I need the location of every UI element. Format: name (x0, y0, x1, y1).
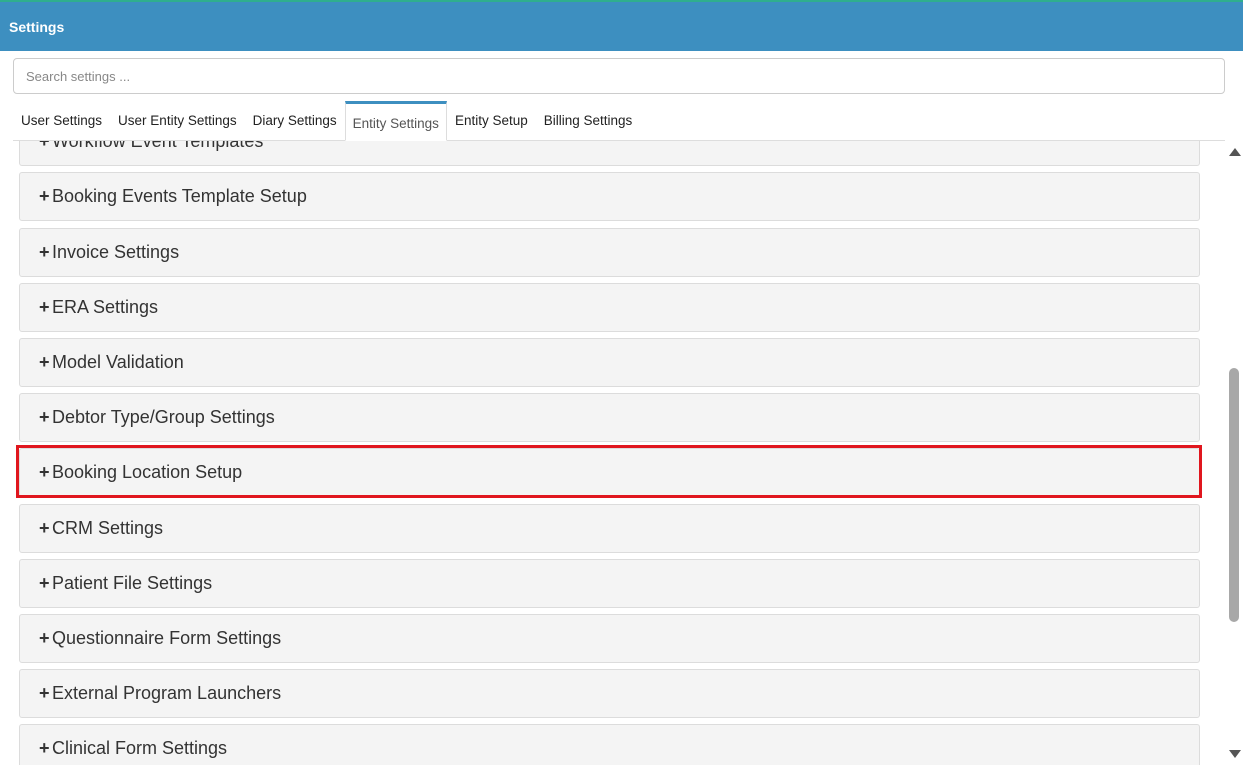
panel-debtor-type-group-settings[interactable]: + Debtor Type/Group Settings (19, 393, 1200, 442)
plus-icon: + (39, 683, 50, 703)
panel-crm-settings[interactable]: + CRM Settings (19, 504, 1200, 553)
panel-label: Booking Events Template Setup (52, 186, 307, 206)
panel-label: Booking Location Setup (52, 462, 243, 482)
plus-icon: + (39, 352, 50, 372)
plus-icon: + (39, 738, 50, 758)
panel-external-program-launchers[interactable]: + External Program Launchers (19, 669, 1200, 718)
panel-model-validation[interactable]: + Model Validation (19, 338, 1200, 387)
plus-icon: + (39, 628, 50, 648)
panel-era-settings[interactable]: + ERA Settings (19, 283, 1200, 332)
plus-icon: + (39, 242, 50, 262)
plus-icon: + (39, 573, 50, 593)
tab-user-entity-settings[interactable]: User Entity Settings (110, 101, 245, 140)
scroll-down-arrow-icon[interactable] (1229, 750, 1241, 758)
panel-label: External Program Launchers (52, 683, 282, 703)
scrollbar-thumb[interactable] (1229, 368, 1239, 622)
panel-booking-location-setup[interactable]: + Booking Location Setup (19, 448, 1200, 497)
panel-booking-events-template-setup[interactable]: + Booking Events Template Setup (19, 172, 1200, 221)
app-header: Settings (0, 2, 1243, 51)
plus-icon: + (39, 518, 50, 538)
plus-icon: + (39, 407, 50, 427)
panel-label: Workflow Event Templates (52, 141, 264, 151)
tab-entity-settings[interactable]: Entity Settings (344, 101, 447, 141)
panel-clinical-form-settings[interactable]: + Clinical Form Settings (19, 724, 1200, 765)
plus-icon: + (39, 186, 50, 206)
panel-label: Clinical Form Settings (52, 738, 228, 758)
panel-workflow-event-templates[interactable]: + Workflow Event Templates (19, 141, 1200, 166)
tab-bar: User Settings User Entity Settings Diary… (13, 101, 1225, 141)
tab-billing-settings[interactable]: Billing Settings (536, 101, 641, 140)
settings-panel-list: + Workflow Event Templates + Booking Eve… (0, 141, 1243, 765)
panel-label: CRM Settings (52, 518, 164, 538)
tab-entity-setup[interactable]: Entity Setup (447, 101, 536, 140)
panel-label: Patient File Settings (52, 573, 213, 593)
panel-label: ERA Settings (52, 297, 159, 317)
scroll-up-arrow-icon[interactable] (1229, 148, 1241, 156)
plus-icon: + (39, 141, 50, 151)
page-title: Settings (9, 18, 65, 35)
tab-diary-settings[interactable]: Diary Settings (245, 101, 345, 140)
tab-user-settings[interactable]: User Settings (13, 101, 110, 140)
search-container (13, 58, 1225, 94)
plus-icon: + (39, 297, 50, 317)
panel-label: Invoice Settings (52, 242, 180, 262)
plus-icon: + (39, 462, 50, 482)
panel-questionnaire-form-settings[interactable]: + Questionnaire Form Settings (19, 614, 1200, 663)
panel-patient-file-settings[interactable]: + Patient File Settings (19, 559, 1200, 608)
search-input[interactable] (13, 58, 1225, 94)
panel-label: Questionnaire Form Settings (52, 628, 282, 648)
panel-label: Model Validation (52, 352, 184, 372)
panel-invoice-settings[interactable]: + Invoice Settings (19, 228, 1200, 277)
panel-label: Debtor Type/Group Settings (52, 407, 275, 427)
